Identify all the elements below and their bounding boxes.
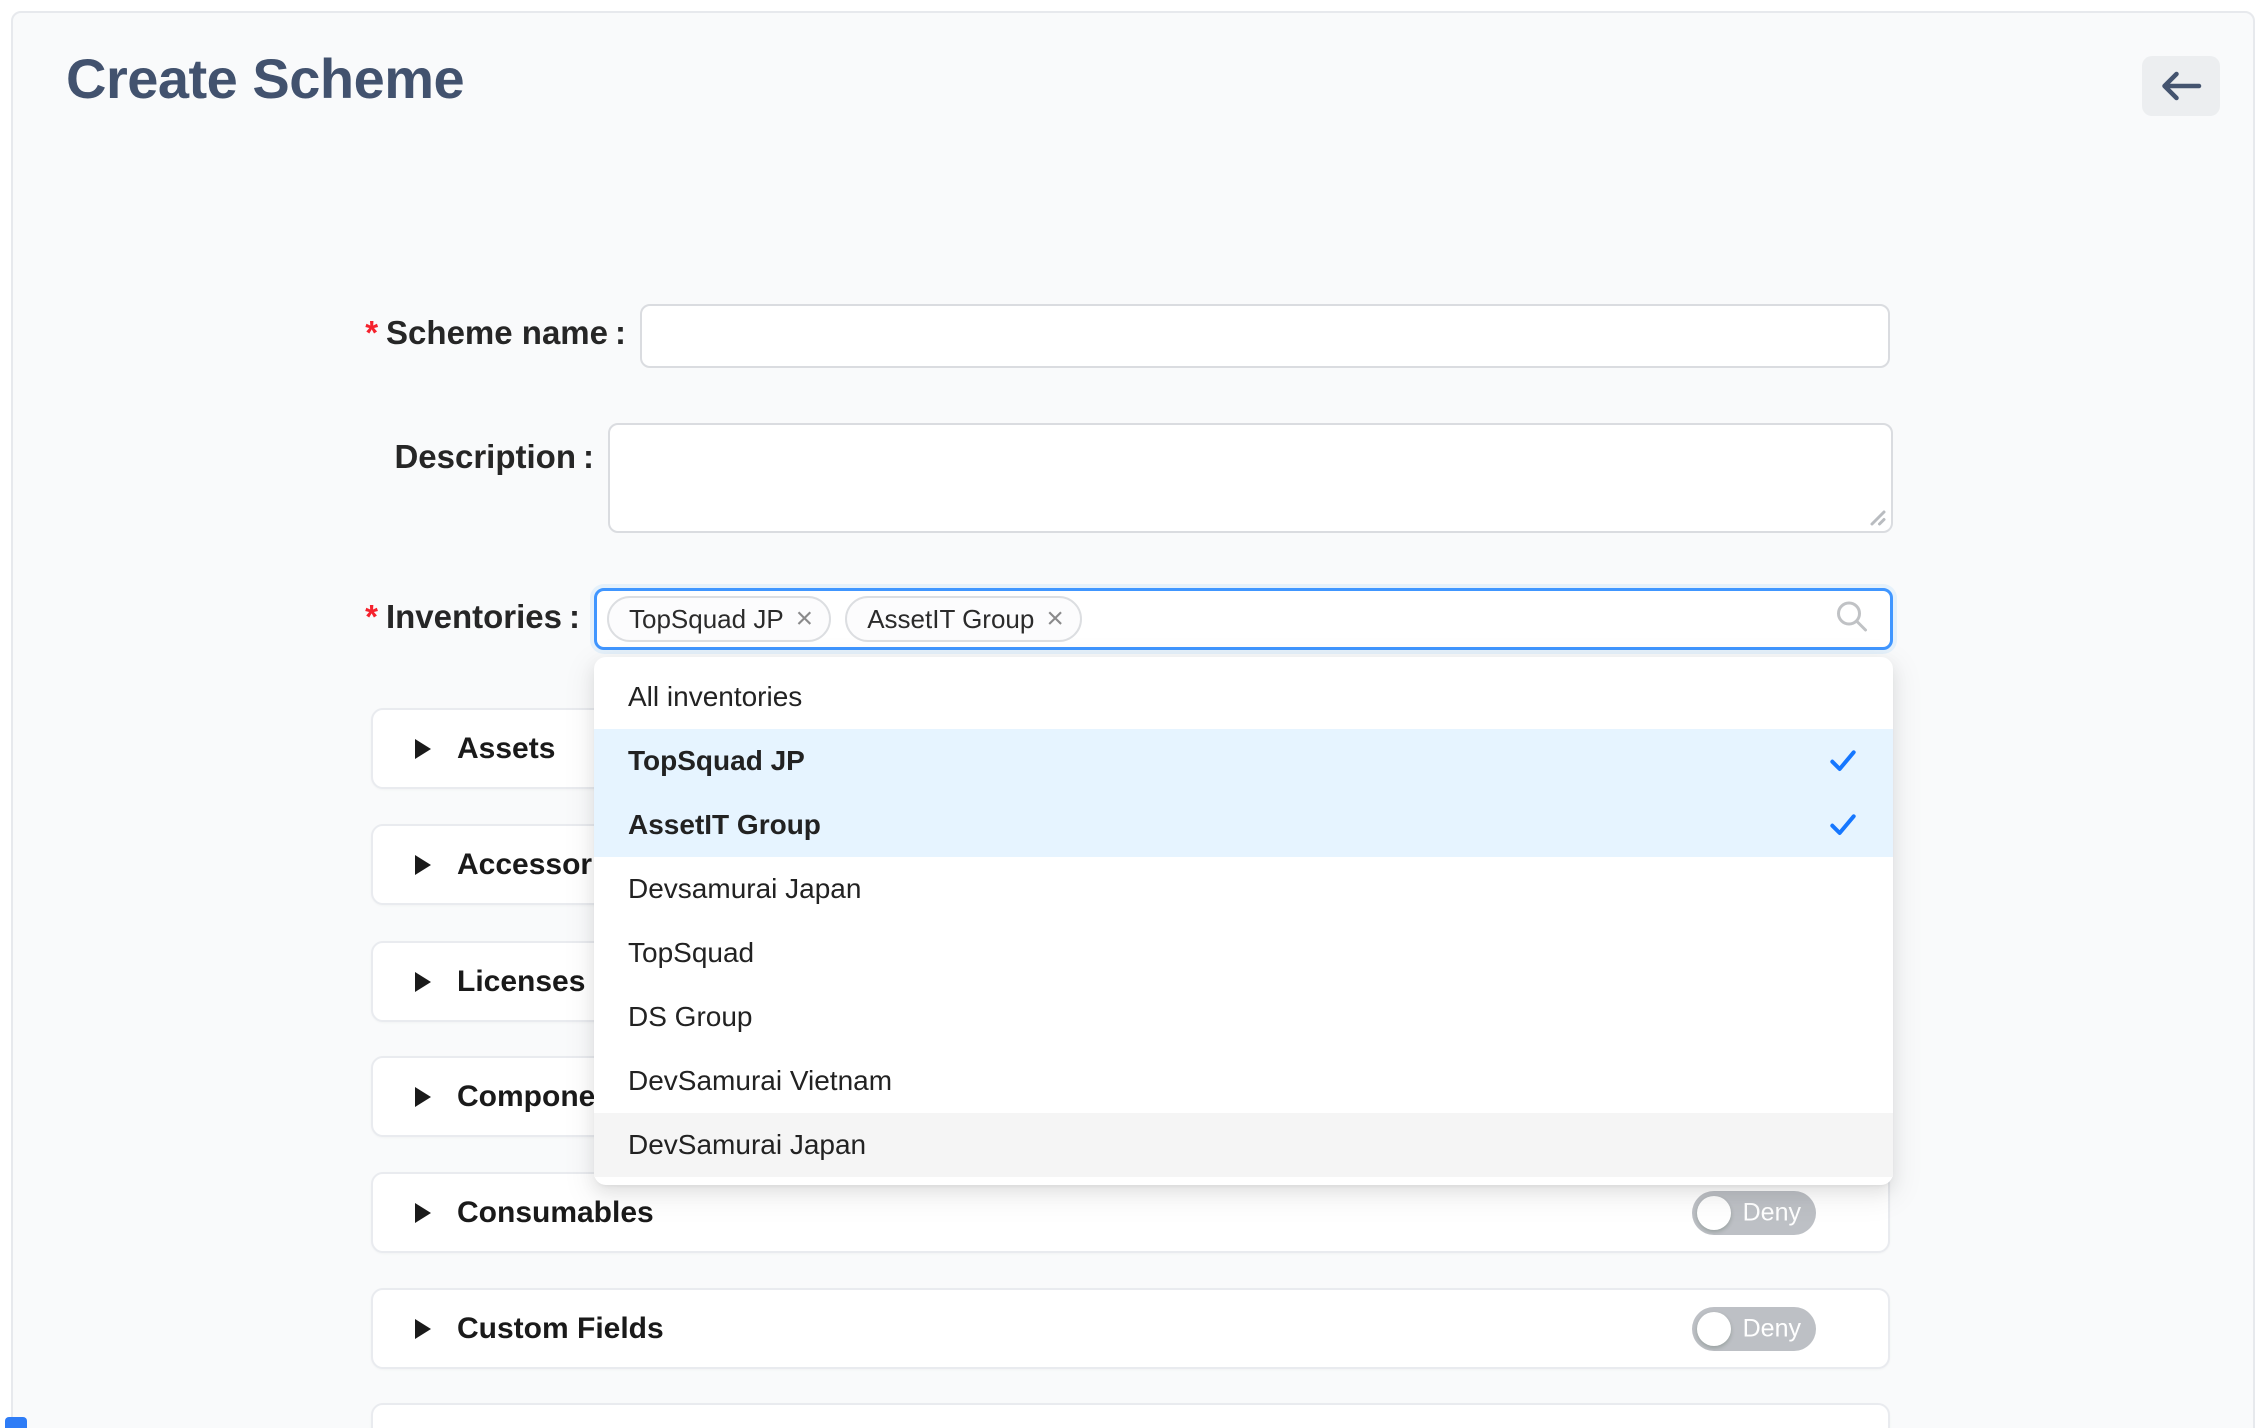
scheme-name-input[interactable] <box>640 304 1890 368</box>
tag-remove-icon[interactable]: × <box>1046 604 1064 634</box>
toggle-label: Deny <box>1743 1198 1801 1227</box>
back-button[interactable] <box>2142 56 2220 116</box>
caret-right-icon <box>415 855 431 875</box>
inventories-select[interactable]: TopSquad JP × AssetIT Group × <box>594 588 1893 650</box>
tag-remove-icon[interactable]: × <box>796 604 814 634</box>
page-title: Create Scheme <box>66 46 464 111</box>
toggle-knob <box>1697 1196 1731 1230</box>
dropdown-option[interactable]: DevSamurai Japan <box>594 1113 1893 1177</box>
arrow-left-icon <box>2160 70 2202 102</box>
partial-blue-element <box>5 1417 27 1428</box>
selected-tag: AssetIT Group × <box>845 596 1082 642</box>
check-icon <box>1827 745 1859 777</box>
dropdown-option[interactable]: TopSquad <box>594 921 1893 985</box>
caret-right-icon <box>415 1087 431 1107</box>
selected-tag: TopSquad JP × <box>607 596 831 642</box>
deny-toggle[interactable]: Deny <box>1692 1307 1816 1351</box>
dropdown-option[interactable]: DS Group <box>594 985 1893 1049</box>
dropdown-option[interactable]: AssetIT Group <box>594 793 1893 857</box>
dropdown-option[interactable]: DevSamurai Vietnam <box>594 1049 1893 1113</box>
inventories-dropdown: All inventories TopSquad JP AssetIT Grou… <box>594 657 1893 1185</box>
toggle-knob <box>1697 1312 1731 1346</box>
section-custom-fields[interactable]: Custom Fields Deny <box>371 1288 1890 1369</box>
caret-right-icon <box>415 1319 431 1339</box>
dropdown-option[interactable]: TopSquad JP <box>594 729 1893 793</box>
description-label: Description: <box>240 438 594 476</box>
caret-right-icon <box>415 972 431 992</box>
caret-right-icon <box>415 739 431 759</box>
inventories-label: *Inventories: <box>240 598 580 636</box>
section-partial[interactable] <box>371 1403 1890 1428</box>
required-asterisk: * <box>365 598 378 635</box>
search-icon <box>1834 599 1870 640</box>
description-textarea[interactable] <box>608 423 1893 533</box>
scheme-name-label: *Scheme name: <box>240 314 626 352</box>
dropdown-option[interactable]: Devsamurai Japan <box>594 857 1893 921</box>
check-icon <box>1827 809 1859 841</box>
toggle-label: Deny <box>1743 1314 1801 1343</box>
caret-right-icon <box>415 1203 431 1223</box>
required-asterisk: * <box>365 314 378 351</box>
dropdown-option[interactable]: All inventories <box>594 665 1893 729</box>
deny-toggle[interactable]: Deny <box>1692 1191 1816 1235</box>
resize-handle-icon[interactable] <box>1863 503 1887 532</box>
